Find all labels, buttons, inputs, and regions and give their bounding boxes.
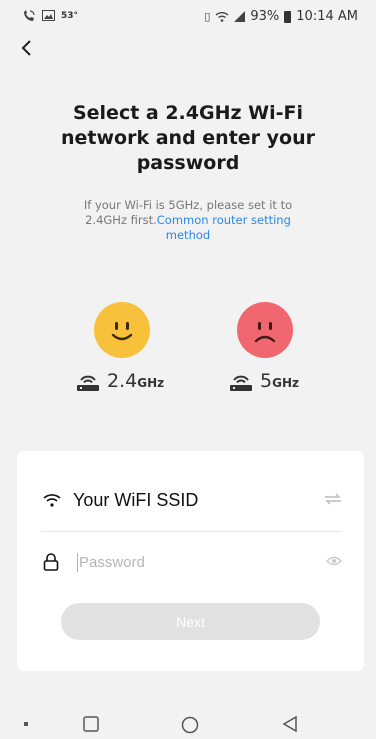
status-bar: 53° ▯ 93% 10:14 AM xyxy=(0,0,376,34)
swap-icon[interactable] xyxy=(324,492,342,506)
band-unit: GHz xyxy=(137,376,165,390)
band-5ghz: 5GHz xyxy=(228,371,299,392)
router-icon xyxy=(77,375,99,391)
recent-dot-icon[interactable] xyxy=(22,720,30,728)
page-title: Select a 2.4GHz Wi-Fi network and enter … xyxy=(61,102,315,174)
wifi-status-icon xyxy=(215,12,229,22)
back-button[interactable] xyxy=(14,36,38,60)
band-value: 5 xyxy=(260,370,273,392)
happy-face-icon xyxy=(94,302,150,358)
band-value: 2.4 xyxy=(107,370,138,392)
password-input[interactable] xyxy=(77,552,281,572)
back-nav-button[interactable] xyxy=(282,716,298,732)
sad-face-icon xyxy=(237,302,293,358)
battery-percent: 93% xyxy=(250,9,280,24)
recents-button[interactable] xyxy=(83,716,99,732)
wifi-form-card: Your WiFI SSID Next xyxy=(17,451,364,671)
navigation-bar xyxy=(0,706,376,739)
vibrate-icon: ▯ xyxy=(204,10,211,23)
ssid-field[interactable]: Your WiFI SSID xyxy=(43,485,342,515)
password-row xyxy=(43,547,342,577)
lock-icon xyxy=(43,553,59,571)
clock: 10:14 AM xyxy=(296,9,358,24)
eye-icon[interactable] xyxy=(326,555,342,567)
router-icon xyxy=(230,375,252,391)
signal-icon xyxy=(234,11,246,22)
image-icon xyxy=(42,10,55,21)
band-unit: GHz xyxy=(272,376,299,390)
instruction-text: If your Wi-Fi is 5GHz, please set it to … xyxy=(70,198,306,243)
divider xyxy=(41,531,342,532)
next-button[interactable]: Next xyxy=(61,603,320,640)
wifi-icon xyxy=(43,494,61,507)
temperature-text: 53° xyxy=(61,10,79,21)
home-button[interactable] xyxy=(181,716,199,734)
battery-icon xyxy=(284,10,292,23)
ssid-value: Your WiFI SSID xyxy=(73,489,199,510)
router-setting-link[interactable]: Common router setting method xyxy=(157,213,291,242)
band-2-4ghz: 2.4GHz xyxy=(75,371,164,392)
wifi-calling-icon xyxy=(24,10,35,21)
chevron-left-icon xyxy=(21,40,31,56)
